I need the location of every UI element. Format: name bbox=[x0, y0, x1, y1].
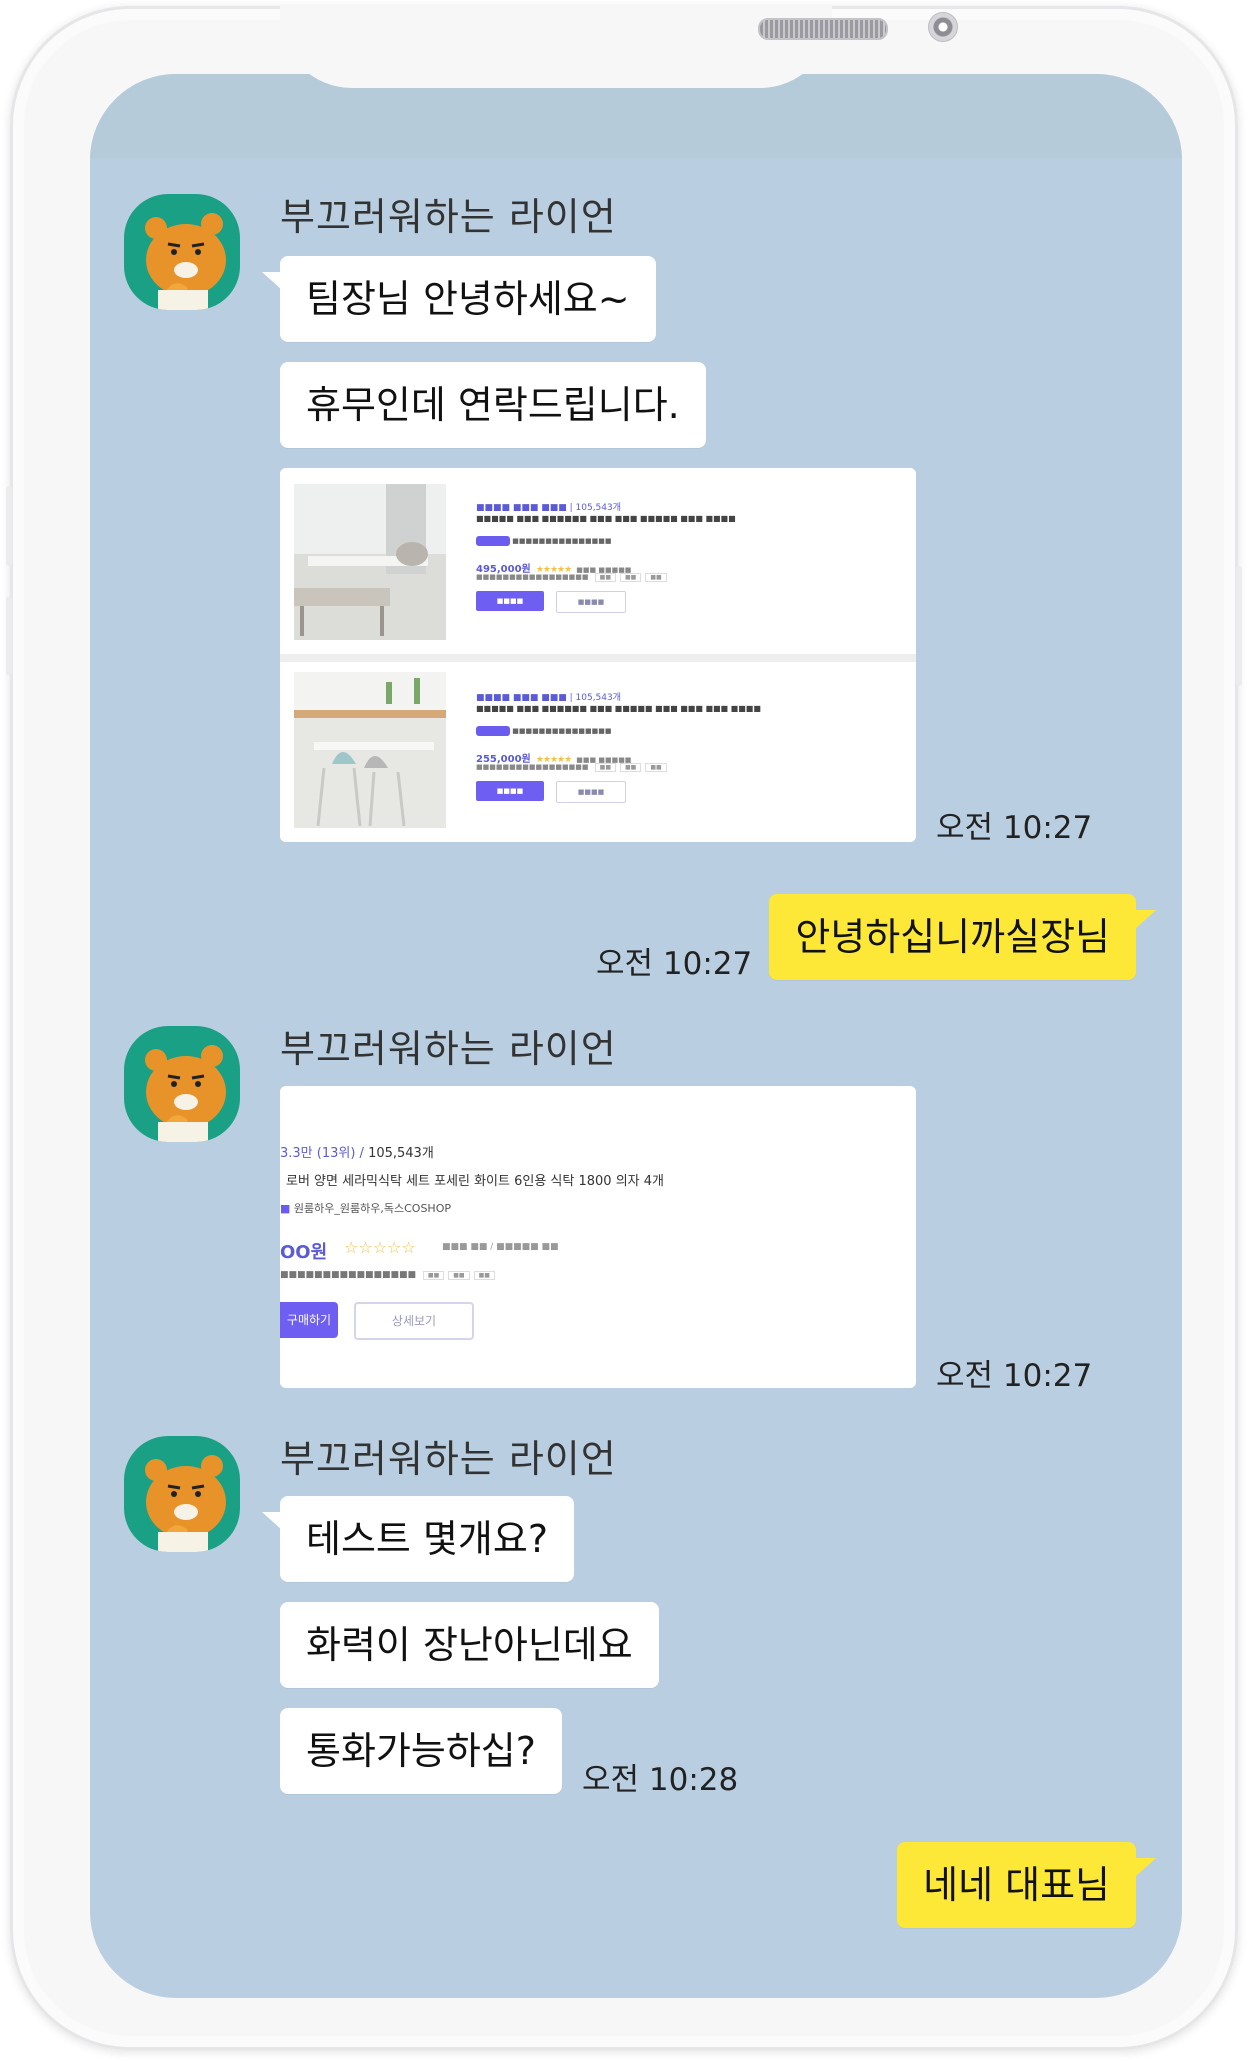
chat-screen[interactable]: 부끄러워하는 라이언 팀장님 안녕하세요~ 휴무인데 연락드립니다. ■■■■ … bbox=[90, 74, 1182, 1998]
rating-stars: ☆☆☆☆☆ bbox=[344, 1238, 416, 1257]
message-time: 오전 10:27 bbox=[936, 810, 1093, 846]
ryan-avatar-icon bbox=[145, 213, 226, 310]
message-bubble[interactable]: 테스트 몇개요? bbox=[261, 1496, 575, 1582]
my-message-bubble[interactable]: 안녕하십니까실장님 bbox=[769, 894, 1156, 980]
shared-image-card[interactable]: 3.3만 (13위) / 105,543개 로버 양면 세라믹식탁 세트 포세린… bbox=[280, 1086, 916, 1388]
product-info: ■■■■ ■■■ ■■■ | 105,543개 ■■■■■ ■■■ ■■■■■■… bbox=[476, 690, 896, 803]
product-shop: ■ 원룸하우_원룸하우,독스COSHOP bbox=[280, 1202, 451, 1215]
product-price: OO원 bbox=[280, 1242, 328, 1263]
camera-icon bbox=[928, 12, 958, 42]
product-item: ■■■■ ■■■ ■■■ | 105,543개 ■■■■■ ■■■ ■■■■■■… bbox=[280, 662, 916, 842]
product-tags: ■■■■■■■■■■■■■■■■ ■■ ■■ ■■ bbox=[280, 1270, 495, 1280]
my-message-bubble[interactable]: 네네 대표님 bbox=[897, 1842, 1156, 1928]
product-rating-meta: ■■■ ■■ / ■■■■■ ■■ bbox=[442, 1242, 559, 1252]
sender-avatar[interactable] bbox=[124, 1026, 240, 1142]
sender-name: 부끄러워하는 라이언 bbox=[280, 1027, 617, 1071]
detail-button[interactable]: ■■■■ bbox=[556, 591, 626, 613]
message-time: 오전 10:28 bbox=[582, 1762, 739, 1798]
message-bubble[interactable]: 통화가능하십? bbox=[280, 1708, 562, 1794]
phone-notch bbox=[280, 6, 958, 88]
sender-name: 부끄러워하는 라이언 bbox=[280, 195, 617, 239]
message-time: 오전 10:27 bbox=[596, 946, 753, 982]
product-divider bbox=[280, 654, 916, 662]
power-button bbox=[1236, 566, 1242, 686]
phone-frame: 부끄러워하는 라이언 팀장님 안녕하세요~ 휴무인데 연락드립니다. ■■■■ … bbox=[6, 6, 1242, 2050]
shared-image-card[interactable]: ■■■■ ■■■ ■■■ | 105,543개 ■■■■■ ■■■ ■■■■■■… bbox=[280, 468, 916, 842]
product-photo bbox=[294, 672, 446, 828]
volume-up-button bbox=[6, 486, 12, 566]
buy-button[interactable]: 구매하기 bbox=[280, 1302, 338, 1338]
detail-button[interactable]: 상세보기 bbox=[354, 1302, 474, 1340]
detail-button[interactable]: ■■■■ bbox=[556, 781, 626, 803]
sender-avatar[interactable] bbox=[124, 1436, 240, 1552]
buy-button[interactable]: ■■■■ bbox=[476, 781, 544, 801]
message-bubble[interactable]: 휴무인데 연락드립니다. bbox=[280, 362, 706, 448]
sender-avatar[interactable] bbox=[124, 194, 240, 310]
speaker-icon bbox=[758, 18, 888, 40]
product-photo bbox=[294, 484, 446, 640]
product-title: 로버 양면 세라믹식탁 세트 포세린 화이트 6인용 식탁 1800 의자 4개 bbox=[286, 1174, 664, 1189]
sender-name: 부끄러워하는 라이언 bbox=[280, 1437, 617, 1481]
product-item: ■■■■ ■■■ ■■■ | 105,543개 ■■■■■ ■■■ ■■■■■■… bbox=[280, 468, 916, 654]
ryan-avatar-icon bbox=[145, 1045, 226, 1142]
message-time: 오전 10:27 bbox=[936, 1358, 1093, 1394]
volume-down-button bbox=[6, 596, 12, 676]
message-bubble[interactable]: 팀장님 안녕하세요~ bbox=[262, 256, 656, 342]
product-meta: 3.3만 (13위) / 105,543개 bbox=[280, 1146, 434, 1161]
message-bubble[interactable]: 화력이 장난아닌데요 bbox=[280, 1602, 659, 1688]
buy-button[interactable]: ■■■■ bbox=[476, 591, 544, 611]
ryan-avatar-icon bbox=[145, 1455, 226, 1552]
product-info: ■■■■ ■■■ ■■■ | 105,543개 ■■■■■ ■■■ ■■■■■■… bbox=[476, 500, 896, 613]
